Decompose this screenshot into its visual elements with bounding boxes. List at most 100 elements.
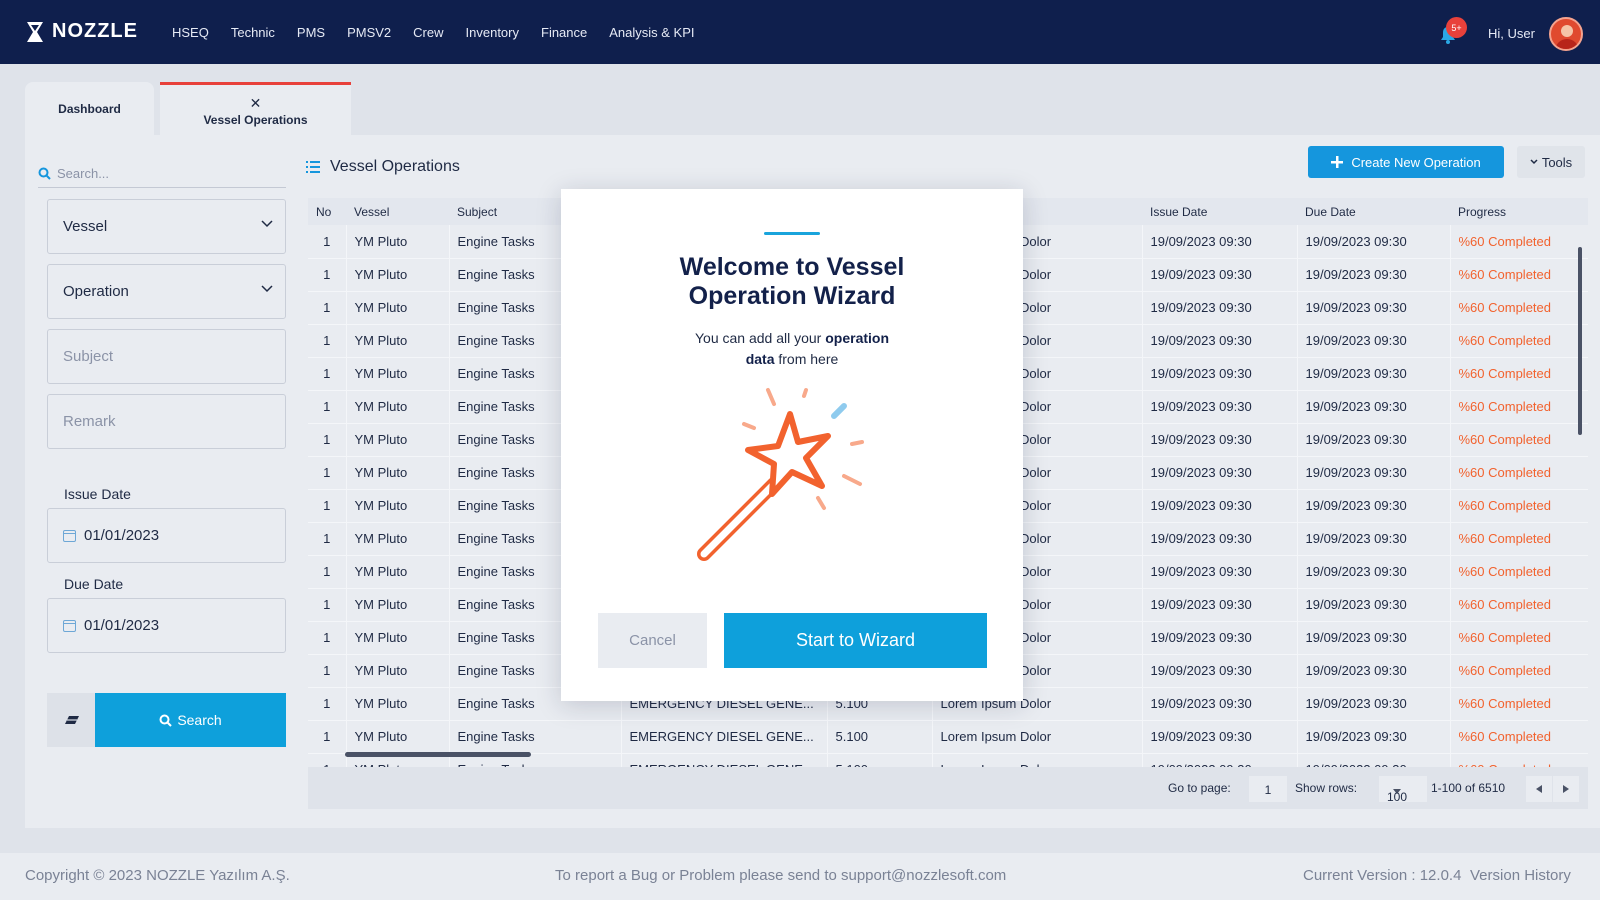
cancel-button[interactable]: Cancel <box>598 613 707 668</box>
due-date-field[interactable]: 01/01/2023 <box>47 598 286 653</box>
avatar[interactable] <box>1549 17 1583 51</box>
table-cell: 5.100 <box>827 720 933 754</box>
table-cell: 19/09/2023 09:30 <box>1297 753 1451 767</box>
due-date-value: 01/01/2023 <box>84 617 160 634</box>
tab-vessel-operations[interactable]: ✕ Vessel Operations <box>160 82 351 135</box>
table-cell: %60 Completed <box>1450 423 1588 457</box>
subject-field[interactable]: Subject <box>47 329 286 384</box>
table-cell: %60 Completed <box>1450 390 1588 424</box>
table-cell: 1 <box>308 621 347 655</box>
table-cell: 19/09/2023 09:30 <box>1297 621 1451 655</box>
create-new-operation-button[interactable]: Create New Operation <box>1308 146 1504 178</box>
issue-date-field[interactable]: 01/01/2023 <box>47 508 286 563</box>
goto-page-label: Go to page: <box>1168 781 1231 795</box>
column-header[interactable]: Due Date <box>1297 198 1450 225</box>
table-cell: 19/09/2023 09:30 <box>1297 390 1451 424</box>
vertical-scrollbar[interactable] <box>1578 247 1582 435</box>
remark-field[interactable]: Remark <box>47 394 286 449</box>
table-cell: %60 Completed <box>1450 555 1588 589</box>
user-greeting[interactable]: Hi, User <box>1488 26 1535 41</box>
table-cell: 19/09/2023 09:30 <box>1142 588 1298 622</box>
eraser-icon <box>64 716 79 724</box>
nav-item-pmsv2[interactable]: PMSV2 <box>347 25 391 40</box>
nav-item-hseq[interactable]: HSEQ <box>172 25 209 40</box>
table-cell: 1 <box>308 753 347 767</box>
column-header[interactable]: No <box>308 198 346 225</box>
table-cell: 19/09/2023 09:30 <box>1297 654 1451 688</box>
table-cell: 19/09/2023 09:30 <box>1297 489 1451 523</box>
table-cell: YM Pluto <box>346 621 450 655</box>
table-cell: 19/09/2023 09:30 <box>1142 258 1298 292</box>
operation-select[interactable]: Operation <box>47 264 286 319</box>
search-input[interactable]: Search... <box>57 166 109 181</box>
table-cell: YM Pluto <box>346 456 450 490</box>
nav-item-analysis-kpi[interactable]: Analysis & KPI <box>609 25 694 40</box>
start-wizard-button[interactable]: Start to Wizard <box>724 613 987 668</box>
chevron-down-icon <box>1530 159 1538 165</box>
modal-text-part1: You can add all your <box>694 330 826 346</box>
show-rows-label: Show rows: <box>1295 781 1358 795</box>
version-history-link[interactable]: Version History <box>1470 867 1571 884</box>
nav-item-finance[interactable]: Finance <box>541 25 587 40</box>
table-row[interactable]: 1YM PlutoEngine TasksEMERGENCY DIESEL GE… <box>308 720 1588 754</box>
sidebar-search[interactable]: Search... <box>38 160 286 188</box>
table-cell: 19/09/2023 09:30 <box>1297 720 1451 754</box>
horizontal-scrollbar[interactable] <box>345 752 531 757</box>
table-cell: Engine Tasks <box>449 720 622 754</box>
table-cell: 1 <box>308 258 347 292</box>
column-header[interactable]: Vessel <box>346 198 449 225</box>
table-cell: 5.100 <box>827 753 933 767</box>
table-cell: 19/09/2023 09:30 <box>1142 753 1298 767</box>
tab-dashboard-label: Dashboard <box>58 101 121 116</box>
table-cell: 19/09/2023 09:30 <box>1297 225 1451 259</box>
close-icon[interactable]: ✕ <box>250 96 262 110</box>
footer-report-bug[interactable]: To report a Bug or Problem please send t… <box>555 867 1006 884</box>
search-button[interactable]: Search <box>95 693 286 747</box>
table-cell: 19/09/2023 09:30 <box>1297 423 1451 457</box>
modal-text-bold2: data <box>745 351 775 367</box>
table-cell: %60 Completed <box>1450 357 1588 391</box>
modal-text-bold1: operation <box>825 330 890 346</box>
table-cell: 19/09/2023 09:30 <box>1142 324 1298 358</box>
column-header[interactable]: Progress <box>1450 198 1588 225</box>
clear-filters-button[interactable] <box>47 693 96 747</box>
nav-item-crew[interactable]: Crew <box>413 25 443 40</box>
table-cell: 19/09/2023 09:30 <box>1142 720 1298 754</box>
page-number-input[interactable]: 1 <box>1249 776 1287 802</box>
page-title: Vessel Operations <box>306 158 460 176</box>
table-cell: EMERGENCY DIESEL GENE... <box>621 753 828 767</box>
remark-placeholder: Remark <box>63 413 116 430</box>
table-cell: YM Pluto <box>346 390 450 424</box>
table-cell: 19/09/2023 09:30 <box>1297 588 1451 622</box>
brand-logo[interactable]: NOZZLE <box>26 20 138 43</box>
next-page-button[interactable] <box>1553 776 1579 802</box>
tools-label: Tools <box>1541 154 1573 170</box>
table-cell: 19/09/2023 09:30 <box>1142 390 1298 424</box>
table-cell: %60 Completed <box>1450 588 1588 622</box>
table-cell: 19/09/2023 09:30 <box>1142 423 1298 457</box>
table-cell: %60 Completed <box>1450 720 1588 754</box>
table-cell: YM Pluto <box>346 225 450 259</box>
table-cell: 1 <box>308 357 347 391</box>
table-cell: Lorem Ipsum Dolor <box>932 753 1143 767</box>
footer: Copyright © 2023 NOZZLE Yazılım A.Ş. To … <box>0 853 1600 900</box>
previous-page-button[interactable] <box>1526 776 1552 802</box>
page-title-label: Vessel Operations <box>330 158 460 175</box>
notification-badge: 5+ <box>1446 17 1467 38</box>
tools-button[interactable]: Tools <box>1517 146 1585 178</box>
vessel-select[interactable]: Vessel <box>47 199 286 254</box>
table-cell: YM Pluto <box>346 555 450 589</box>
table-cell: 1 <box>308 390 347 424</box>
tab-dashboard[interactable]: Dashboard <box>25 82 154 135</box>
calendar-icon <box>63 619 76 632</box>
table-cell: %60 Completed <box>1450 753 1588 767</box>
table-cell: YM Pluto <box>346 522 450 556</box>
column-header[interactable]: Issue Date <box>1142 198 1297 225</box>
rows-per-page-select[interactable]: 100 <box>1379 776 1427 804</box>
table-cell: 1 <box>308 654 347 688</box>
table-cell: 19/09/2023 09:30 <box>1297 456 1451 490</box>
nav-item-inventory[interactable]: Inventory <box>466 25 519 40</box>
table-cell: %60 Completed <box>1450 456 1588 490</box>
nav-item-technic[interactable]: Technic <box>231 25 275 40</box>
nav-item-pms[interactable]: PMS <box>297 25 325 40</box>
